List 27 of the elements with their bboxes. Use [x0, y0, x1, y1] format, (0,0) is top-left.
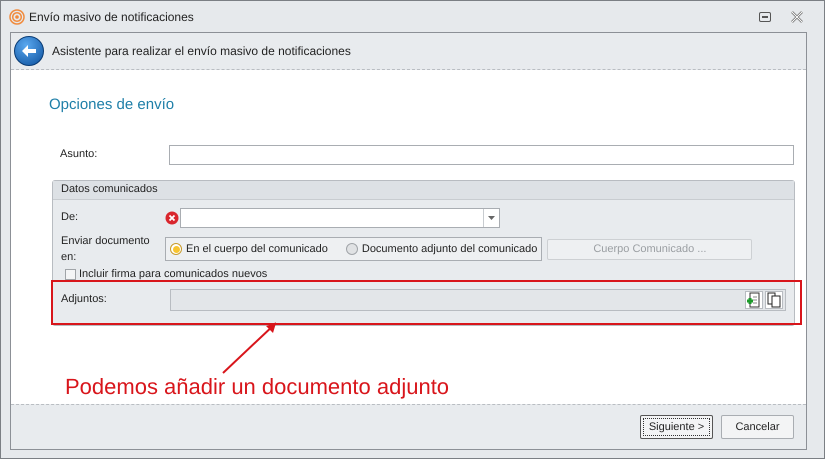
window-title: Envío masivo de notificaciones — [29, 8, 194, 26]
field-label: Asunto: — [60, 147, 98, 162]
close-icon — [791, 10, 803, 22]
field-label: Enviar documento en: — [61, 234, 151, 265]
field-label: De: — [61, 210, 80, 226]
group-title: Datos comunicados — [53, 180, 794, 200]
dialog-button[interactable]: Cancelar — [721, 415, 794, 439]
wizard-title: Asistente para realizar el envío masivo de notificaciones — [52, 43, 351, 60]
add-document-icon — [747, 292, 761, 308]
radio-option[interactable]: Documento adjunto del comunicado — [346, 240, 538, 258]
dialog-button[interactable]: Siguiente > — [640, 415, 713, 439]
signature-checkbox[interactable]: Incluir firma para comunicados nuevos — [65, 268, 268, 280]
subject-field[interactable] — [169, 144, 794, 164]
section-title: Opciones de envío — [49, 95, 176, 115]
add-document-button[interactable] — [745, 290, 763, 308]
checkbox[interactable] — [65, 268, 76, 280]
annotation-text: Podemos añadir un documento adjunto — [65, 373, 450, 401]
broadcast-icon — [9, 8, 25, 24]
copy-documents-button[interactable] — [765, 290, 783, 308]
field-label: Adjuntos: — [61, 292, 108, 308]
caret-icon — [488, 216, 495, 220]
restore-icon — [759, 12, 771, 22]
back-arrow-icon — [21, 44, 37, 58]
attachments-field[interactable] — [170, 288, 786, 310]
radio-option[interactable]: En el cuerpo del comunicado — [170, 240, 328, 258]
back-button[interactable] — [14, 36, 44, 66]
documents-icon — [767, 292, 781, 308]
